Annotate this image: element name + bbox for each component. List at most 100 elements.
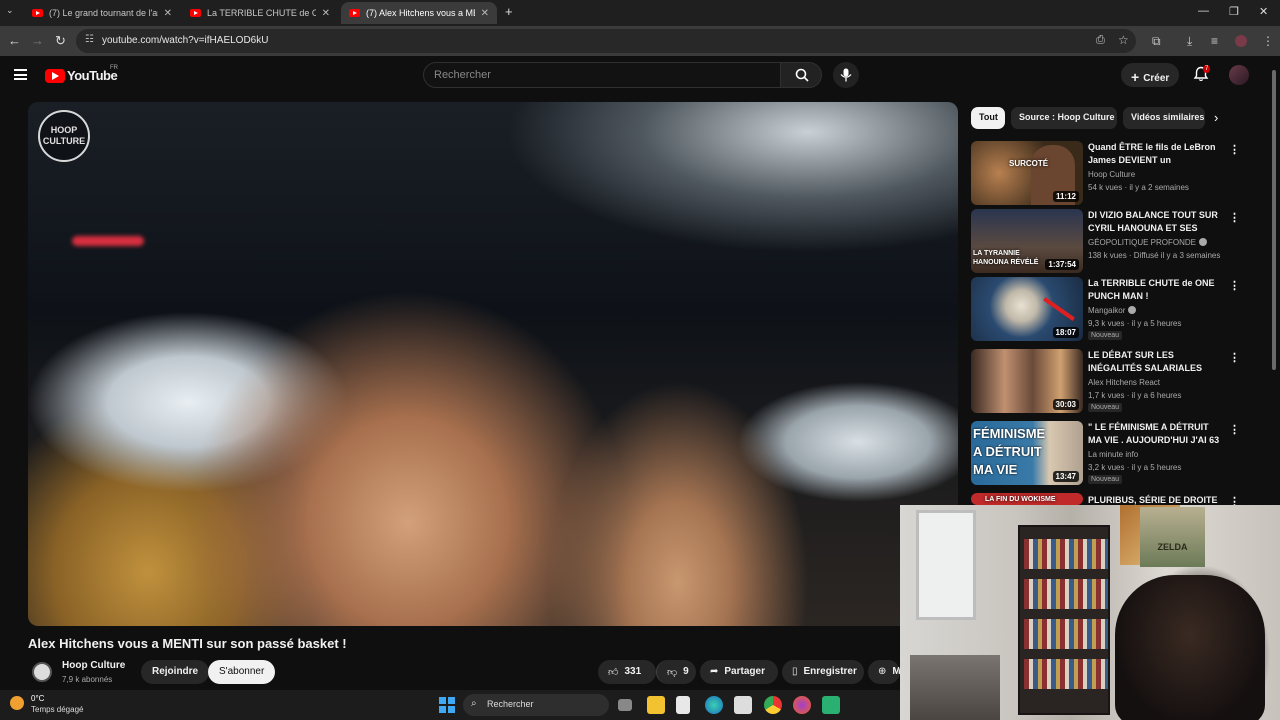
menu-hamburger-icon[interactable] xyxy=(14,69,27,80)
chip-all[interactable]: Tout xyxy=(971,107,1005,129)
video-thumbnail[interactable]: SURCOTÉ 11:12 xyxy=(971,141,1083,205)
site-info-icon[interactable]: ☷ xyxy=(85,34,94,45)
search-input[interactable]: Rechercher xyxy=(423,62,781,88)
youtube-play-icon xyxy=(45,68,65,83)
forward-icon[interactable]: → xyxy=(31,33,44,48)
like-count: 331 xyxy=(624,666,642,677)
recommended-video[interactable]: 30:03 LE DÉBAT SUR LES INÉGALITÉS SALARI… xyxy=(971,349,1241,419)
video-thumbnail[interactable]: FÉMINISME A DÉTRUIT MA VIE 13:47 xyxy=(971,421,1083,485)
file-explorer-icon[interactable] xyxy=(647,696,665,714)
media-control-icon[interactable]: ≡ xyxy=(1211,34,1218,48)
shelf-row xyxy=(1024,579,1108,609)
scrollbar-thumb[interactable] xyxy=(1272,70,1276,370)
firefox-icon[interactable] xyxy=(793,696,811,714)
create-label: Créer xyxy=(1143,73,1170,84)
recommended-title: LE DÉBAT SUR LES INÉGALITÉS SALARIALES D… xyxy=(1088,350,1203,373)
notepad-icon[interactable] xyxy=(676,696,690,714)
youtube-logo[interactable]: YouTube FR xyxy=(45,65,118,83)
like-button[interactable]: 👍︎ 331 xyxy=(598,660,656,684)
taskbar-search-label: Rechercher xyxy=(487,699,534,709)
browser-tab-1[interactable]: (7) Le grand tournant de l'anim… ✕ xyxy=(24,2,180,24)
browser-menu-icon[interactable]: ⋮ xyxy=(1262,34,1274,48)
more-options-icon[interactable]: ⋮ xyxy=(1229,279,1240,292)
save-label: Enregistrer xyxy=(803,666,857,677)
recommended-video[interactable]: LA TYRANNIE HANOUNA RÉVÉLÉ 1:37:54 DI VI… xyxy=(971,209,1241,273)
share-label: Partager xyxy=(724,666,765,677)
address-bar[interactable]: ☷ youtube.com/watch?v=ifHAELOD6kU ⎙ ☆ xyxy=(76,29,1136,53)
recommended-video[interactable]: LA FIN DU WOKISME PLURIBUS, SÉRIE DE DRO… xyxy=(971,493,1241,505)
browser-toolbar: ← → ↻ ☷ youtube.com/watch?v=ifHAELOD6kU … xyxy=(0,26,1280,56)
thumbnail-text: FÉMINISME A DÉTRUIT MA VIE xyxy=(973,426,1046,477)
windows-start-icon[interactable] xyxy=(439,697,455,713)
subscribe-button[interactable]: S'abonner xyxy=(208,660,276,684)
youtube-favicon-icon xyxy=(32,9,43,17)
channel-name[interactable]: Hoop Culture xyxy=(62,660,125,671)
weather-description: Temps dégagé xyxy=(31,705,84,714)
hype-icon: ⊕ xyxy=(878,666,887,677)
channel-label: Mangaikor xyxy=(1088,306,1126,315)
chevron-right-icon[interactable]: › xyxy=(1214,110,1218,125)
new-tab-icon[interactable]: + xyxy=(505,4,513,19)
more-actions-button[interactable]: ⊕ M xyxy=(868,660,900,684)
join-button[interactable]: Rejoindre xyxy=(141,660,210,684)
video-thumbnail[interactable]: 30:03 xyxy=(971,349,1083,413)
back-icon[interactable]: ← xyxy=(8,33,21,48)
video-thumbnail[interactable]: 18:07 xyxy=(971,277,1083,341)
tab-close-icon[interactable]: ✕ xyxy=(322,8,330,19)
temperature: 0°C xyxy=(31,694,45,703)
dislike-count: 9 xyxy=(683,666,689,677)
save-button[interactable]: ▯ Enregistrer xyxy=(782,660,864,684)
more-options-icon[interactable]: ⋮ xyxy=(1229,143,1240,156)
extensions-icon[interactable]: ⧉ xyxy=(1152,34,1161,49)
browser-tab-2[interactable]: La TERRIBLE CHUTE de ONE PU… ✕ xyxy=(182,2,338,24)
more-options-icon[interactable]: ⋮ xyxy=(1229,423,1240,436)
chrome-icon[interactable] xyxy=(764,696,782,714)
youtube-favicon-icon xyxy=(190,9,201,17)
taskbar-search[interactable]: ⌕ Rechercher xyxy=(463,694,609,716)
video-thumbnail[interactable]: LA FIN DU WOKISME xyxy=(971,493,1083,505)
store-icon[interactable] xyxy=(734,696,752,714)
bookmark-icon: ▯ xyxy=(792,666,798,677)
weather-sun-icon xyxy=(10,696,24,710)
more-options-icon[interactable]: ⋮ xyxy=(1229,495,1240,505)
recommended-video[interactable]: FÉMINISME A DÉTRUIT MA VIE 13:47 " LE FÉ… xyxy=(971,421,1241,491)
recommended-meta: 54 k vues · il y a 2 semaines xyxy=(1088,183,1189,192)
region-code: FR xyxy=(110,65,118,71)
page-scrollbar[interactable] xyxy=(1270,60,1278,500)
dislike-button[interactable]: 👎︎ 9 xyxy=(656,660,696,684)
install-app-icon[interactable]: ⎙ xyxy=(1096,34,1105,47)
shelf-row xyxy=(1024,619,1108,649)
voice-search-button[interactable] xyxy=(833,62,859,88)
edge-icon[interactable] xyxy=(705,696,723,714)
tab-search-icon[interactable]: ⌄ xyxy=(6,5,14,16)
video-thumbnail[interactable]: LA TYRANNIE HANOUNA RÉVÉLÉ 1:37:54 xyxy=(971,209,1083,273)
share-button[interactable]: ➦ Partager xyxy=(700,660,778,684)
close-window-icon[interactable]: ✕ xyxy=(1259,5,1268,18)
task-view-icon[interactable] xyxy=(618,699,632,711)
recommended-video[interactable]: 18:07 La TERRIBLE CHUTE de ONE PUNCH MAN… xyxy=(971,277,1241,347)
chip-source-hoop-culture[interactable]: Source : Hoop Culture xyxy=(1011,107,1117,129)
chip-similar-videos[interactable]: Vidéos similaires xyxy=(1123,107,1205,129)
tab-close-icon[interactable]: ✕ xyxy=(164,8,172,19)
download-icon[interactable]: ⤓ xyxy=(1187,34,1192,49)
blurred-red-light xyxy=(72,236,144,246)
tab-close-icon[interactable]: ✕ xyxy=(481,8,489,19)
channel-avatar[interactable] xyxy=(32,662,52,682)
profile-icon[interactable] xyxy=(1235,35,1247,47)
account-avatar[interactable] xyxy=(1229,65,1249,85)
recommended-video[interactable]: SURCOTÉ 11:12 Quand ÊTRE le fils de LeBr… xyxy=(971,141,1241,205)
restore-icon[interactable]: ❐ xyxy=(1229,5,1239,18)
app-icon[interactable] xyxy=(822,696,840,714)
more-options-icon[interactable]: ⋮ xyxy=(1229,351,1240,364)
more-label: M xyxy=(892,666,900,677)
reload-icon[interactable]: ↻ xyxy=(55,33,66,49)
minimize-icon[interactable]: — xyxy=(1198,5,1209,17)
browser-tab-3[interactable]: (7) Alex Hitchens vous a MENTI… ✕ xyxy=(341,2,497,24)
search-button[interactable] xyxy=(780,62,822,88)
subscriber-count: 7,9 k abonnés xyxy=(62,675,113,684)
bookmark-star-icon[interactable]: ☆ xyxy=(1118,33,1129,47)
recommended-meta: 9,3 k vues · il y a 5 heures xyxy=(1088,319,1182,328)
video-player[interactable]: HOOP CULTURE xyxy=(28,102,958,626)
more-options-icon[interactable]: ⋮ xyxy=(1229,211,1240,224)
create-button[interactable]: + Créer xyxy=(1121,63,1179,87)
